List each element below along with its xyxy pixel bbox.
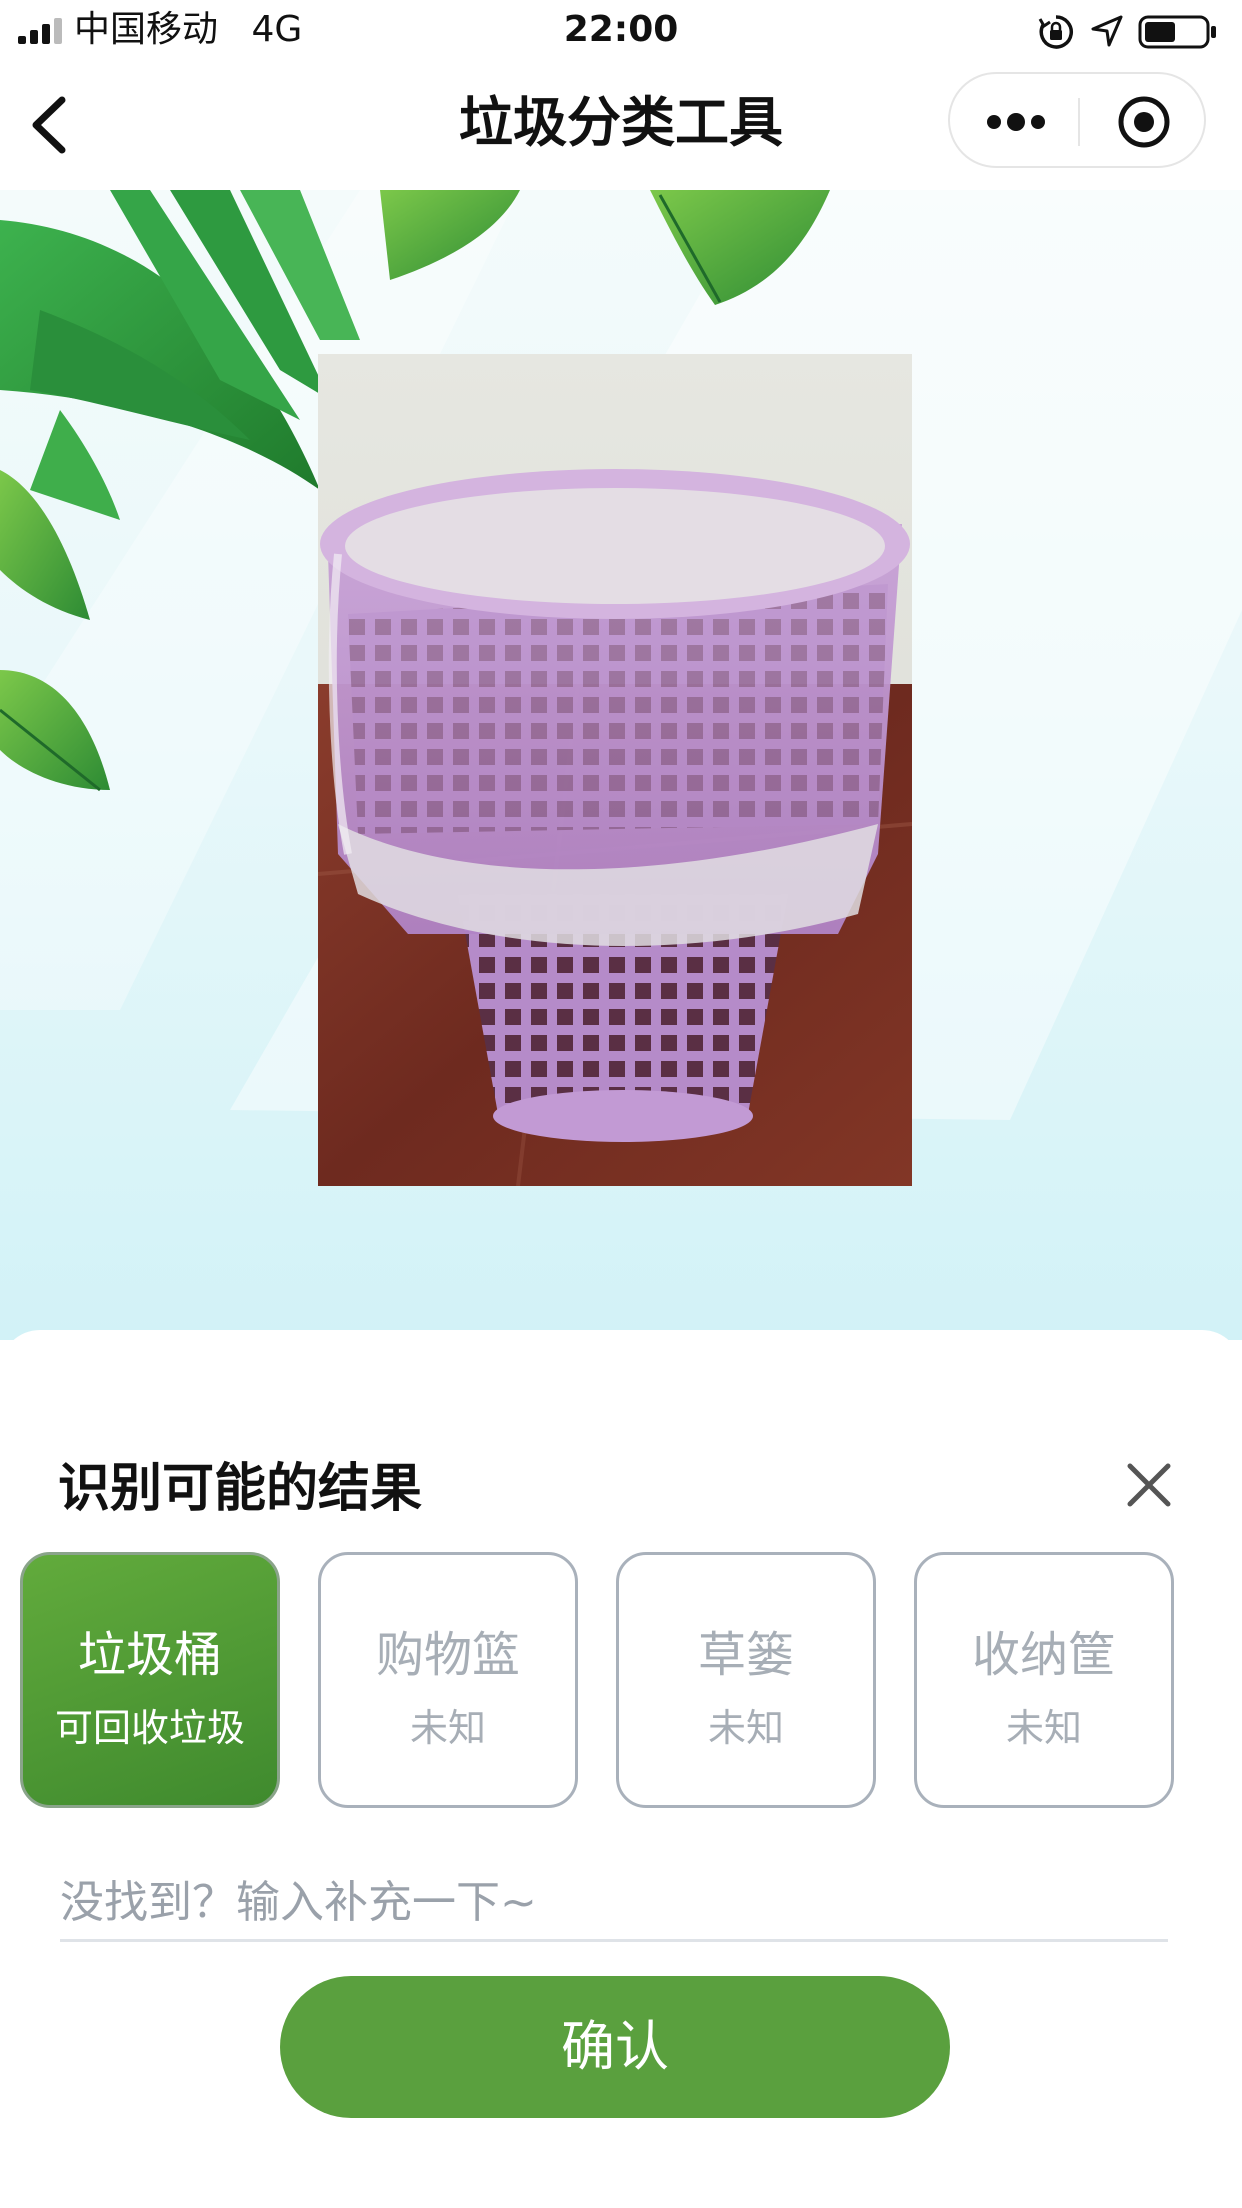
option-category: 未知 — [1005, 1706, 1082, 1750]
result-option-storage-basket[interactable]: 收纳筐 未知 — [914, 1552, 1174, 1808]
exit-button[interactable] — [1116, 94, 1172, 150]
option-name: 草篓 — [697, 1627, 794, 1683]
more-dots-icon — [987, 113, 1045, 131]
target-circle-icon — [1118, 96, 1170, 148]
capsule-divider — [1078, 98, 1080, 146]
supplement-field-wrapper — [60, 1870, 1168, 1942]
option-name: 垃圾桶 — [77, 1627, 222, 1683]
rotation-lock-icon — [1038, 15, 1073, 49]
option-name: 购物篮 — [375, 1627, 520, 1683]
nav-bar: 垃圾分类工具 — [0, 62, 1242, 190]
more-button[interactable] — [984, 94, 1048, 150]
result-option-trash-can[interactable]: 垃圾桶 可回收垃圾 — [20, 1552, 280, 1808]
option-category: 未知 — [409, 1706, 486, 1750]
option-name: 收纳筐 — [971, 1627, 1116, 1683]
result-sheet: 识别可能的结果 垃圾桶 可回收垃圾 购物篮 未知 草篓 未知 收纳筐 未知 确认 — [0, 1330, 1242, 2208]
trash-can-photo — [318, 354, 912, 1186]
battery-icon — [1138, 15, 1216, 49]
supplement-input[interactable] — [60, 1870, 1168, 1934]
mini-program-capsule — [948, 72, 1206, 168]
status-bar: 中国移动 4G 22:00 — [0, 0, 1242, 62]
close-x-icon — [1127, 1463, 1171, 1507]
option-category: 未知 — [707, 1706, 784, 1750]
close-sheet-button[interactable] — [1124, 1460, 1174, 1510]
sheet-title: 识别可能的结果 — [58, 1459, 423, 1519]
photo-banner — [0, 190, 1242, 1340]
result-options: 垃圾桶 可回收垃圾 购物篮 未知 草篓 未知 收纳筐 未知 — [0, 1552, 1242, 1812]
location-arrow-icon — [1091, 15, 1123, 47]
result-option-straw-basket[interactable]: 草篓 未知 — [616, 1552, 876, 1808]
result-option-shopping-basket[interactable]: 购物篮 未知 — [318, 1552, 578, 1808]
confirm-button[interactable]: 确认 — [280, 1976, 950, 2118]
option-category: 可回收垃圾 — [54, 1706, 245, 1750]
